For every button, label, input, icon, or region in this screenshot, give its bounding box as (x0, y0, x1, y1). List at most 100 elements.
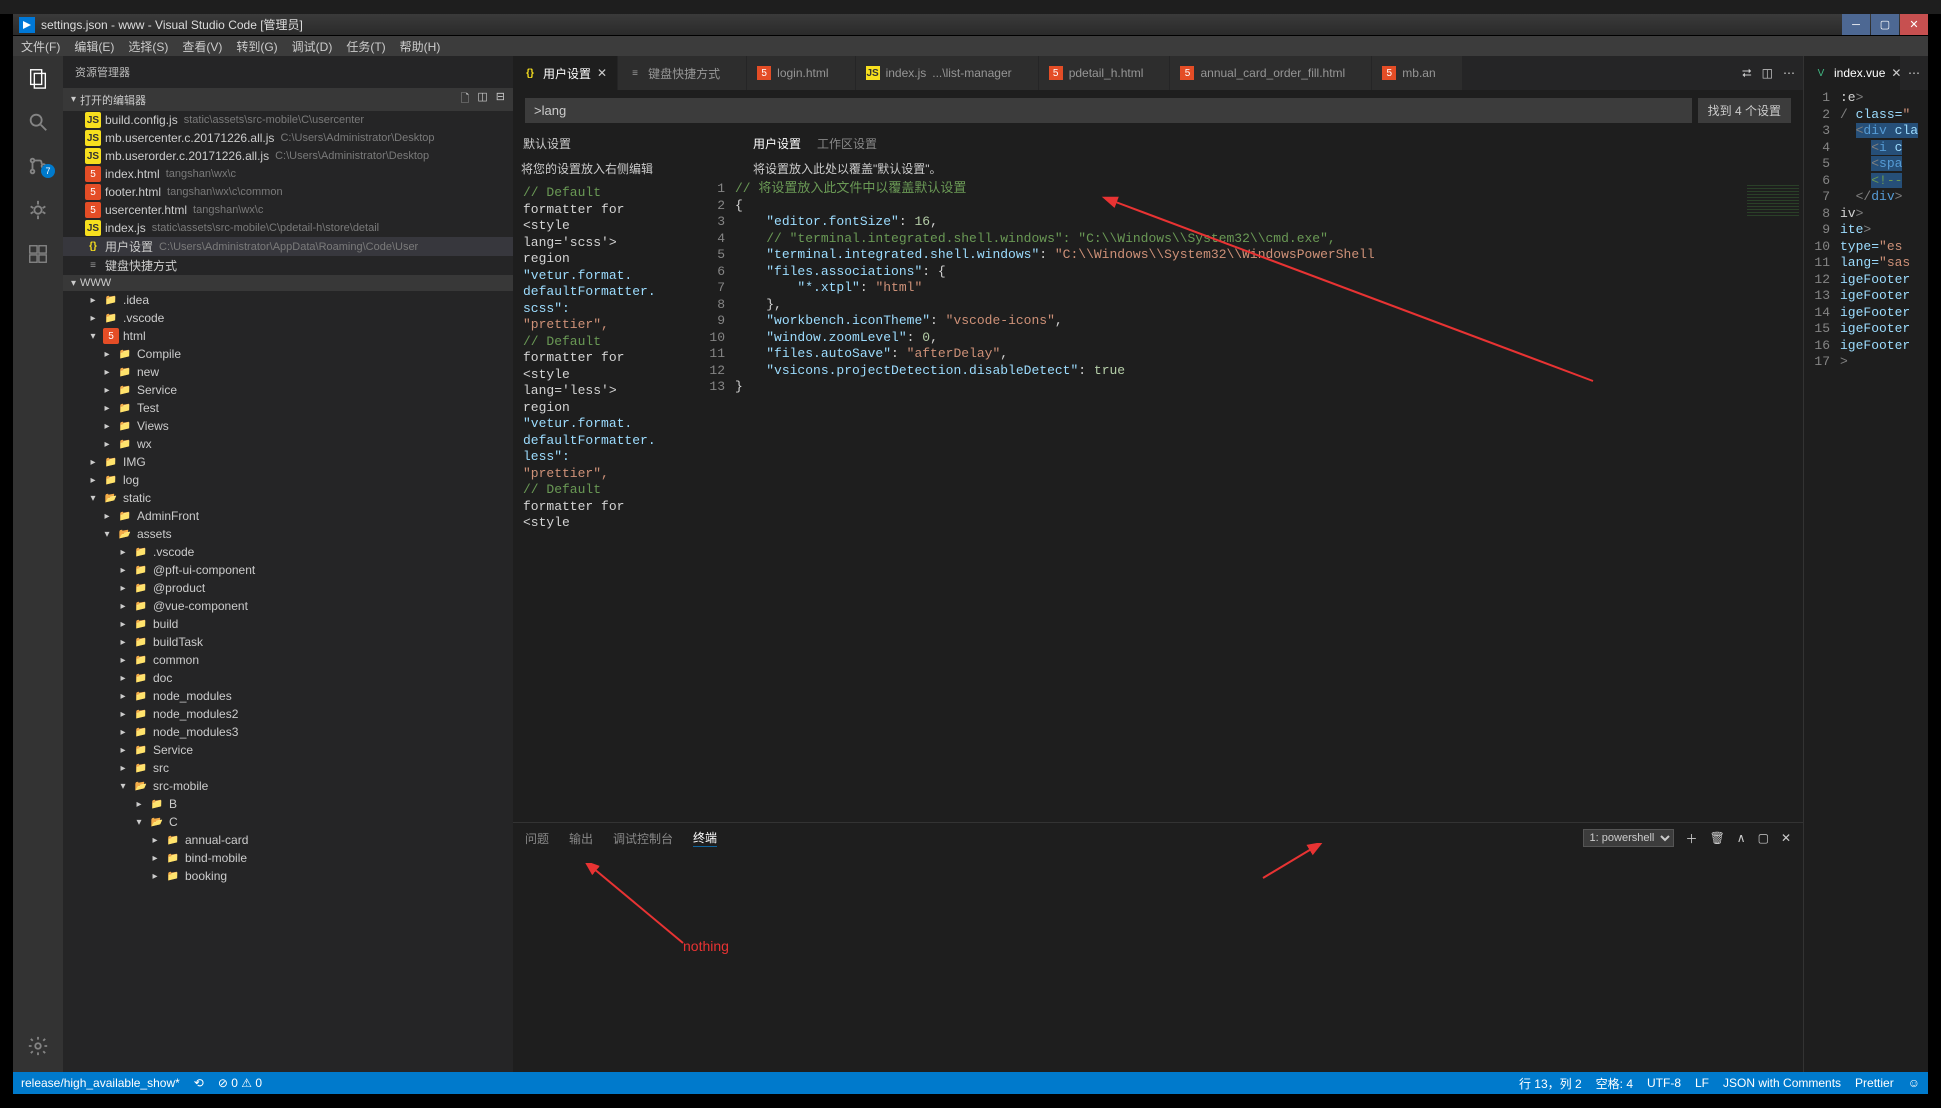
panel-tab[interactable]: 问题 (525, 830, 549, 847)
folder-root-header[interactable]: ▾ WWW (63, 275, 513, 291)
menu-item[interactable]: 转到(G) (236, 38, 277, 55)
menu-item[interactable]: 文件(F) (21, 38, 60, 55)
user-settings-tab[interactable]: 用户设置 (753, 135, 801, 152)
editor-tab[interactable]: 5annual_card_order_fill.html✕ (1170, 56, 1372, 90)
tab-close-icon[interactable]: ✕ (597, 66, 607, 80)
maximize-panel-icon[interactable]: ▢ (1758, 831, 1769, 845)
close-panel-icon[interactable]: ✕ (1781, 831, 1791, 845)
open-editors-header[interactable]: ▾ 打开的编辑器 🗋 ◫ ⊟ (63, 88, 513, 111)
tree-item[interactable]: ▸📁log (63, 471, 513, 489)
tree-item[interactable]: ▸📁doc (63, 669, 513, 687)
compare-icon[interactable]: ⮂ (1742, 66, 1752, 81)
tree-item[interactable]: ▸📁.idea (63, 291, 513, 309)
editor-tab[interactable]: JSindex.js...\list-manager✕ (856, 56, 1039, 90)
minimize-button[interactable]: ─ (1842, 14, 1870, 35)
tree-item[interactable]: ▸📁src (63, 759, 513, 777)
tree-item[interactable]: ▸📁IMG (63, 453, 513, 471)
tree-item[interactable]: ▾📂src-mobile (63, 777, 513, 795)
tree-item[interactable]: ▸📁@product (63, 579, 513, 597)
terminal-body[interactable]: nothing (513, 853, 1803, 1072)
open-editor-item[interactable]: JSbuild.config.jsstatic\assets\src-mobil… (63, 111, 513, 129)
tree-item[interactable]: ▾📂C (63, 813, 513, 831)
status-item[interactable]: LF (1695, 1076, 1709, 1090)
vue-editor[interactable]: :e>/ class=" <div cla <i c <spa <!-- </d… (1840, 90, 1928, 1072)
more-icon[interactable]: ⋯ (1783, 66, 1795, 80)
tree-item[interactable]: ▸📁annual-card (63, 831, 513, 849)
tree-item[interactable]: ▸📁booking (63, 867, 513, 885)
editor-tab[interactable]: 5mb.an✕ (1372, 56, 1462, 90)
menu-item[interactable]: 帮助(H) (400, 38, 441, 55)
panel-tab[interactable]: 输出 (569, 830, 593, 847)
git-branch[interactable]: release/high_available_show* (21, 1076, 180, 1090)
more-icon[interactable]: ⋯ (1908, 66, 1920, 80)
explorer-icon[interactable] (26, 66, 50, 90)
kill-terminal-icon[interactable]: 🗑 (1710, 831, 1725, 845)
status-item[interactable]: UTF-8 (1647, 1076, 1681, 1090)
open-editor-item[interactable]: {}用户设置C:\Users\Administrator\AppData\Roa… (63, 237, 513, 256)
editor-tab[interactable]: {}用户设置✕ (513, 56, 618, 90)
tree-item[interactable]: ▸📁Compile (63, 345, 513, 363)
tree-item[interactable]: ▸📁node_modules3 (63, 723, 513, 741)
status-item[interactable]: Prettier (1855, 1076, 1894, 1090)
tree-item[interactable]: ▸📁Views (63, 417, 513, 435)
menu-item[interactable]: 任务(T) (346, 38, 385, 55)
maximize-button[interactable]: ▢ (1871, 14, 1899, 35)
tree-item[interactable]: ▸📁@pft-ui-component (63, 561, 513, 579)
workspace-settings-tab[interactable]: 工作区设置 (817, 135, 877, 152)
save-all-icon[interactable]: 🗋 (461, 90, 470, 109)
status-item[interactable]: ☺ (1908, 1076, 1920, 1090)
extensions-icon[interactable] (26, 242, 50, 266)
status-item[interactable]: JSON with Comments (1723, 1076, 1841, 1090)
tab-close-icon[interactable]: ✕ (1891, 66, 1900, 80)
open-editor-item[interactable]: JSmb.usercenter.c.20171226.all.jsC:\User… (63, 129, 513, 147)
tree-item[interactable]: ▸📁Service (63, 741, 513, 759)
editor-tab[interactable]: 5login.html✕ (747, 56, 855, 90)
new-terminal-icon[interactable]: ＋ (1686, 830, 1698, 847)
tree-item[interactable]: ▾5html (63, 327, 513, 345)
open-editor-item[interactable]: 5footer.htmltangshan\wx\c\common (63, 183, 513, 201)
open-editor-item[interactable]: 5index.htmltangshan\wx\c (63, 165, 513, 183)
settings-search-input[interactable] (525, 98, 1692, 123)
tree-item[interactable]: ▾📂static (63, 489, 513, 507)
open-editor-item[interactable]: JSindex.jsstatic\assets\src-mobile\C\pde… (63, 219, 513, 237)
search-icon[interactable] (26, 110, 50, 134)
open-editor-item[interactable]: JSmb.userorder.c.20171226.all.jsC:\Users… (63, 147, 513, 165)
panel-tab[interactable]: 终端 (693, 829, 717, 847)
tree-item[interactable]: ▸📁AdminFront (63, 507, 513, 525)
settings-gear-icon[interactable] (26, 1034, 50, 1058)
tree-item[interactable]: ▸📁common (63, 651, 513, 669)
tree-item[interactable]: ▸📁.vscode (63, 309, 513, 327)
tree-item[interactable]: ▸📁node_modules2 (63, 705, 513, 723)
open-editor-item[interactable]: 5usercenter.htmltangshan\wx\c (63, 201, 513, 219)
tree-item[interactable]: ▸📁Test (63, 399, 513, 417)
menu-item[interactable]: 编辑(E) (74, 38, 114, 55)
problems-status[interactable]: ⊘ 0 ⚠ 0 (218, 1076, 262, 1090)
sync-icon[interactable]: ⟲ (194, 1076, 204, 1090)
split-editor-icon[interactable]: ◫ (1762, 66, 1773, 80)
editor-tab[interactable]: ≡键盘快捷方式✕ (618, 56, 747, 90)
minimap[interactable] (1743, 181, 1803, 822)
editor-tab[interactable]: Vindex.vue✕ (1804, 56, 1900, 90)
panel-tab[interactable]: 调试控制台 (613, 830, 673, 847)
terminal-select[interactable]: 1: powershell (1583, 829, 1674, 847)
tree-item[interactable]: ▸📁.vscode (63, 543, 513, 561)
tree-item[interactable]: ▸📁bind-mobile (63, 849, 513, 867)
tree-item[interactable]: ▸📁B (63, 795, 513, 813)
tree-item[interactable]: ▸📁node_modules (63, 687, 513, 705)
menu-item[interactable]: 选择(S) (128, 38, 168, 55)
status-item[interactable]: 空格: 4 (1596, 1075, 1633, 1092)
tree-item[interactable]: ▸📁wx (63, 435, 513, 453)
close-button[interactable]: ✕ (1900, 14, 1928, 35)
tree-item[interactable]: ▸📁Service (63, 381, 513, 399)
tree-item[interactable]: ▾📂assets (63, 525, 513, 543)
debug-icon[interactable] (26, 198, 50, 222)
menu-item[interactable]: 查看(V) (182, 38, 222, 55)
editor-tab[interactable]: 5pdetail_h.html✕ (1039, 56, 1171, 90)
tree-item[interactable]: ▸📁@vue-component (63, 597, 513, 615)
close-all-icon[interactable]: ⊟ (496, 90, 505, 109)
split-icon[interactable]: ◫ (477, 90, 487, 109)
tree-item[interactable]: ▸📁buildTask (63, 633, 513, 651)
open-editor-item[interactable]: ≡键盘快捷方式 (63, 256, 513, 275)
menu-item[interactable]: 调试(D) (292, 38, 333, 55)
tree-item[interactable]: ▸📁new (63, 363, 513, 381)
